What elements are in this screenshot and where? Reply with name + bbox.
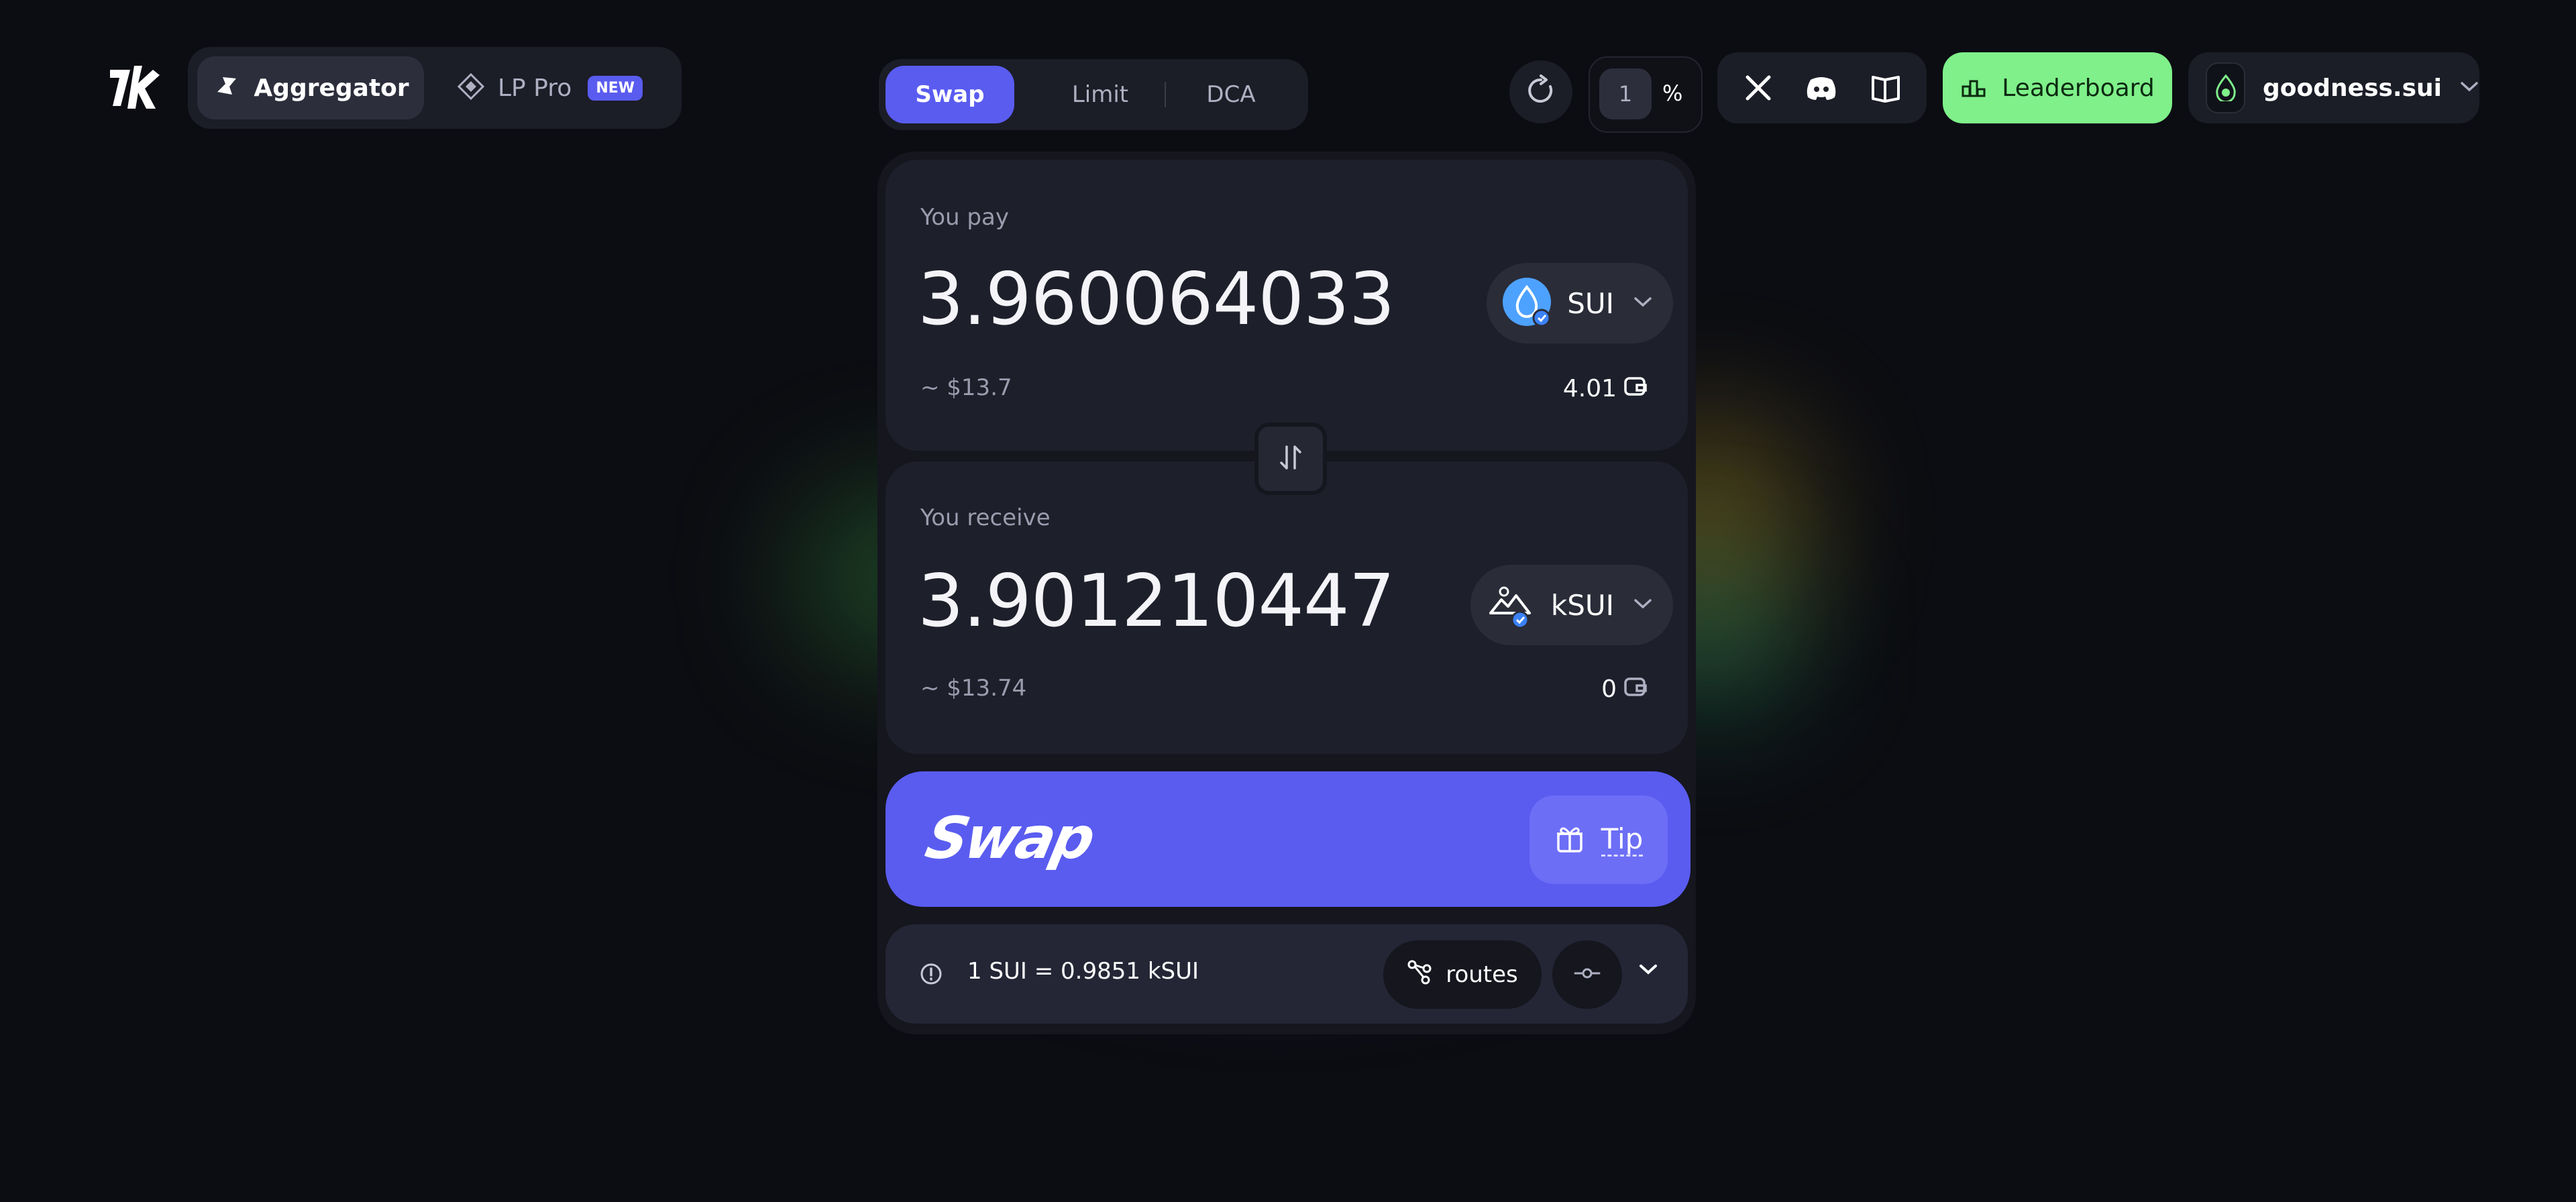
wallet-name: goodness.sui bbox=[2263, 74, 2442, 102]
pay-label: You pay bbox=[920, 204, 1009, 231]
slippage-input[interactable]: 1 bbox=[1599, 68, 1652, 119]
wallet-button[interactable]: goodness.sui bbox=[2188, 52, 2479, 123]
app-logo-icon[interactable] bbox=[107, 63, 160, 113]
settings-icon bbox=[1574, 967, 1601, 983]
receive-token-selector[interactable]: kSUI bbox=[1470, 565, 1673, 645]
leaderboard-label: Leaderboard bbox=[2002, 74, 2155, 102]
tip-label: Tip bbox=[1601, 822, 1644, 857]
route-settings-button[interactable] bbox=[1552, 940, 1622, 1009]
receive-amount: 3.901210447 bbox=[918, 559, 1395, 643]
aggregator-icon bbox=[212, 72, 241, 104]
discord-icon[interactable] bbox=[1803, 70, 1839, 106]
ksui-token-icon bbox=[1485, 578, 1536, 632]
exchange-rate: 1 SUI = 0.9851 kSUI bbox=[967, 958, 1199, 985]
receive-token-symbol: kSUI bbox=[1550, 588, 1614, 622]
pay-token-symbol: SUI bbox=[1567, 286, 1614, 320]
lppro-icon bbox=[456, 72, 486, 104]
nav-lppro[interactable]: LP Pro NEW bbox=[456, 56, 657, 119]
swap-direction-icon bbox=[1277, 443, 1304, 475]
pay-balance[interactable]: 4.01 bbox=[1563, 374, 1654, 403]
sui-token-icon bbox=[1501, 276, 1552, 330]
gift-icon bbox=[1554, 823, 1585, 857]
slippage-setting: 1 % bbox=[1589, 56, 1703, 133]
trade-mode-tabs: Swap Limit DCA bbox=[879, 59, 1308, 130]
wallet-icon bbox=[1623, 374, 1648, 403]
rate-bar: 1 SUI = 0.9851 kSUI routes bbox=[885, 924, 1688, 1024]
receive-balance-value: 0 bbox=[1601, 675, 1617, 703]
nav-lppro-label: LP Pro bbox=[498, 74, 572, 102]
new-badge: NEW bbox=[588, 75, 643, 101]
social-links bbox=[1717, 52, 1927, 123]
docs-icon[interactable] bbox=[1868, 70, 1904, 106]
swap-button-label: Swap bbox=[920, 805, 1099, 872]
pay-panel: You pay 3.960064033 SUI ~ $13.7 4.01 bbox=[885, 160, 1688, 451]
leaderboard-icon bbox=[1960, 72, 1987, 105]
chevron-down-icon bbox=[1633, 597, 1653, 613]
nav-aggregator-label: Aggregator bbox=[254, 74, 409, 102]
slippage-unit: % bbox=[1662, 80, 1683, 106]
routes-icon bbox=[1407, 959, 1432, 991]
x-icon[interactable] bbox=[1740, 70, 1776, 106]
nav-aggregator[interactable]: Aggregator bbox=[197, 56, 424, 119]
routes-button[interactable]: routes bbox=[1383, 940, 1542, 1009]
tab-swap[interactable]: Swap bbox=[885, 66, 1014, 123]
chevron-down-icon bbox=[2459, 80, 2479, 96]
tip-button[interactable]: Tip bbox=[1529, 796, 1668, 884]
refresh-icon bbox=[1525, 74, 1557, 109]
chevron-down-icon[interactable] bbox=[1637, 959, 1660, 989]
pay-usd-value: ~ $13.7 bbox=[920, 374, 1012, 401]
tab-dca[interactable]: DCA bbox=[1174, 66, 1288, 123]
refresh-button[interactable] bbox=[1509, 60, 1572, 123]
receive-balance[interactable]: 0 bbox=[1601, 675, 1654, 704]
receive-usd-value: ~ $13.74 bbox=[920, 675, 1027, 702]
swap-submit-button[interactable]: Swap Tip bbox=[885, 771, 1690, 907]
chevron-down-icon bbox=[1633, 295, 1653, 311]
tab-divider bbox=[1165, 82, 1166, 107]
pay-token-selector[interactable]: SUI bbox=[1487, 263, 1673, 343]
pay-balance-value: 4.01 bbox=[1562, 375, 1617, 402]
info-icon[interactable] bbox=[919, 962, 943, 989]
wallet-icon bbox=[1623, 675, 1648, 704]
receive-label: You receive bbox=[920, 504, 1051, 531]
leaderboard-button[interactable]: Leaderboard bbox=[1943, 52, 2172, 123]
swap-direction-button[interactable] bbox=[1254, 423, 1327, 495]
pay-amount-input[interactable]: 3.960064033 bbox=[918, 258, 1395, 341]
wallet-avatar-icon bbox=[2206, 62, 2246, 113]
tab-limit[interactable]: Limit bbox=[1046, 66, 1154, 123]
receive-panel: You receive 3.901210447 kSUI ~ $13.74 0 bbox=[885, 461, 1688, 754]
routes-label: routes bbox=[1446, 961, 1518, 988]
